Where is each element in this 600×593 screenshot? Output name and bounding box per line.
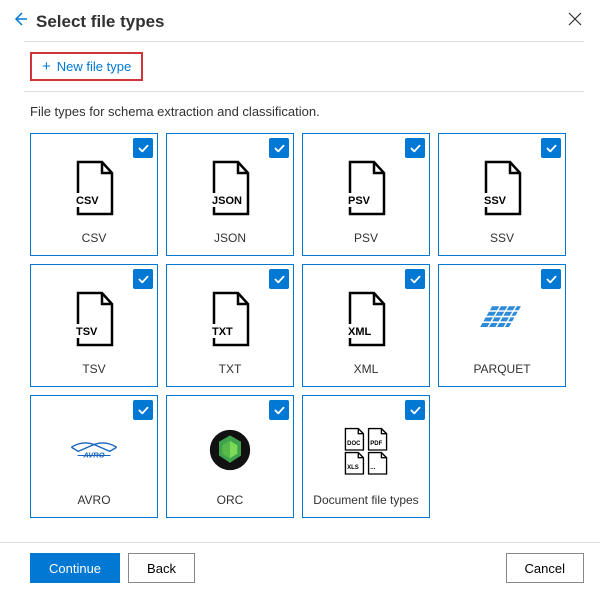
doc-icon: XML: [342, 291, 390, 347]
doc-icon: TXT: [206, 291, 254, 347]
svg-text:...: ...: [370, 464, 375, 470]
tile-label: Document file types: [313, 493, 418, 507]
svg-text:PSV: PSV: [348, 195, 371, 207]
tile-label: ORC: [217, 493, 244, 507]
svg-text:XML: XML: [348, 326, 372, 338]
close-icon[interactable]: [562, 10, 588, 33]
svg-text:SSV: SSV: [484, 195, 507, 207]
checkmark-icon[interactable]: [405, 269, 425, 289]
orc-icon: [206, 422, 254, 478]
tile-label: PSV: [354, 231, 378, 245]
svg-text:PDF: PDF: [370, 440, 382, 446]
cancel-button[interactable]: Cancel: [506, 553, 584, 583]
checkmark-icon[interactable]: [269, 400, 289, 420]
svg-text:JSON: JSON: [212, 195, 242, 207]
doc-icon: CSV: [70, 160, 118, 216]
checkmark-icon[interactable]: [405, 138, 425, 158]
svg-text:TXT: TXT: [212, 326, 233, 338]
file-type-tile[interactable]: JSON JSON: [166, 133, 294, 256]
checkmark-icon[interactable]: [269, 138, 289, 158]
doc-icon: TSV: [70, 291, 118, 347]
page-title: Select file types: [36, 12, 562, 32]
checkmark-icon[interactable]: [133, 400, 153, 420]
file-type-tile[interactable]: XML XML: [302, 264, 430, 387]
back-button[interactable]: Back: [128, 553, 195, 583]
svg-text:XLS: XLS: [347, 464, 359, 470]
doc-icon: SSV: [478, 160, 526, 216]
tile-label: JSON: [214, 231, 246, 245]
tile-label: TXT: [219, 362, 242, 376]
checkmark-icon[interactable]: [541, 138, 561, 158]
svg-text:DOC: DOC: [347, 440, 361, 446]
file-type-tile[interactable]: ORC: [166, 395, 294, 518]
file-type-tile[interactable]: TXT TXT: [166, 264, 294, 387]
checkmark-icon[interactable]: [133, 269, 153, 289]
tile-label: SSV: [490, 231, 514, 245]
checkmark-icon[interactable]: [133, 138, 153, 158]
footer: Continue Back Cancel: [0, 542, 600, 593]
file-type-tile[interactable]: TSV TSV: [30, 264, 158, 387]
tile-label: XML: [354, 362, 379, 376]
tile-label: TSV: [82, 362, 105, 376]
tile-label: PARQUET: [473, 362, 530, 376]
tile-label: AVRO: [77, 493, 110, 507]
back-arrow-icon[interactable]: [12, 11, 28, 32]
new-file-type-button[interactable]: + New file type: [30, 52, 143, 81]
file-type-tile[interactable]: DOC PDF XLS ... Document file types: [302, 395, 430, 518]
new-file-type-label: New file type: [57, 59, 131, 74]
svg-text:TSV: TSV: [76, 326, 98, 338]
file-type-tile[interactable]: CSV CSV: [30, 133, 158, 256]
checkmark-icon[interactable]: [269, 269, 289, 289]
checkmark-icon[interactable]: [405, 400, 425, 420]
continue-button[interactable]: Continue: [30, 553, 120, 583]
doc-icon: JSON: [206, 160, 254, 216]
file-type-tile[interactable]: AVRO AVRO: [30, 395, 158, 518]
file-type-tile[interactable]: PARQUET: [438, 264, 566, 387]
doc-icon: PSV: [342, 160, 390, 216]
parquet-icon: [478, 291, 526, 347]
file-type-grid: CSV CSV JSON JSON PSV PSV SSV SSV TSV TS…: [30, 133, 600, 518]
checkmark-icon[interactable]: [541, 269, 561, 289]
file-type-tile[interactable]: PSV PSV: [302, 133, 430, 256]
tile-label: CSV: [82, 231, 107, 245]
divider: [24, 91, 584, 92]
avro-icon: AVRO: [70, 422, 118, 478]
docgroup-icon: DOC PDF XLS ...: [342, 422, 390, 478]
svg-text:CSV: CSV: [76, 195, 99, 207]
plus-icon: +: [42, 59, 51, 74]
divider: [24, 41, 584, 42]
description-text: File types for schema extraction and cla…: [30, 104, 600, 119]
file-type-tile[interactable]: SSV SSV: [438, 133, 566, 256]
